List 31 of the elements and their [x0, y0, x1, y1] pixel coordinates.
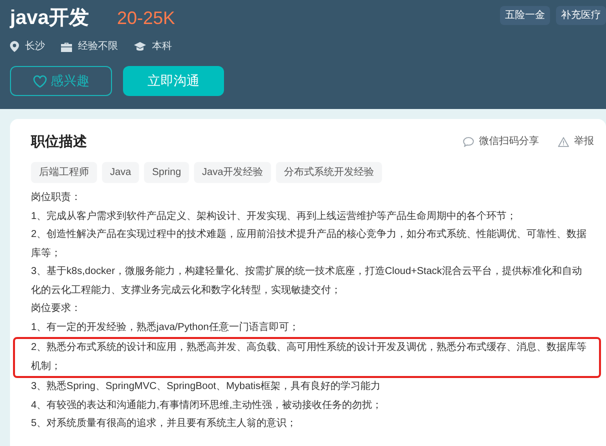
skill-tag: Spring: [144, 162, 190, 183]
section-heading: 岗位要求：: [31, 302, 82, 316]
list-item: 2、创造性解决产品在实现过程中的技术难题，应用前沿技术提升产品的核心竞争力，如分布式系统、性能调优、可靠性、数据库等；: [31, 228, 588, 260]
skill-tag: Java: [102, 162, 140, 183]
skill-tag: 后端工程师: [31, 162, 97, 183]
location-pin-icon: [10, 41, 19, 52]
salary: 20-25K: [116, 7, 175, 30]
section-heading: 岗位职责：: [31, 190, 82, 205]
list-item: 5、对系统质量有很高的追求，并且要有系统主人翁的意识；: [31, 416, 298, 431]
list-item: 3、熟悉Spring、SpringMVC、SpringBoot、Mybatis框架，具有良好的学习能力: [31, 380, 382, 394]
skill-tag: 分布式系统开发经验: [276, 162, 382, 183]
briefcase-icon: [61, 42, 72, 52]
benefit-tag: 五险一金: [500, 6, 550, 25]
list-item: 3、基于k8s,docker，微服务能力，构建轻量化、按需扩展的统一技术底座，打造Cloud+Stack混合云平台，提供标准化和自动化的云化工程能力、支撑业务完成云化和数字化转型，实现敏捷交付；: [31, 264, 583, 298]
highlighted-list-item: 2、熟悉分布式系统的设计和应用，熟悉高并发、高负载、高可用性系统的设计开发及调优，熟悉分布式缓存、消息、数据库等机制；: [13, 337, 601, 378]
job-meta: 本科: [152, 40, 172, 54]
list-item: 4、有较强的表达和沟通能力,有事情闭环思维,主动性强，被动接收任务的勿扰；: [31, 398, 384, 412]
skill-tag: Java开发经验: [194, 162, 272, 183]
job-meta: 长沙: [25, 40, 45, 54]
benefit-tag: 补充医疗: [556, 6, 606, 25]
list-item: 1、有一定的开发经验，熟悉java/Python任意一门语言即可；: [31, 320, 300, 334]
warning-icon: [558, 136, 569, 146]
report-link[interactable]: 举报: [574, 134, 594, 149]
section-title: 职位描述: [31, 132, 87, 151]
graduation-cap-icon: [134, 42, 146, 52]
share-link[interactable]: 微信扫码分享: [479, 134, 539, 149]
job-meta: 经验不限: [78, 40, 118, 54]
list-item: 1、完成从客户需求到软件产品定义、架构设计、开发实现、再到上线运营维护等产品生命周期中的各个环节；: [31, 210, 518, 224]
chat-bubble-icon: [463, 136, 474, 146]
heart-icon: [32, 74, 46, 88]
job-title: java开发: [10, 6, 89, 31]
